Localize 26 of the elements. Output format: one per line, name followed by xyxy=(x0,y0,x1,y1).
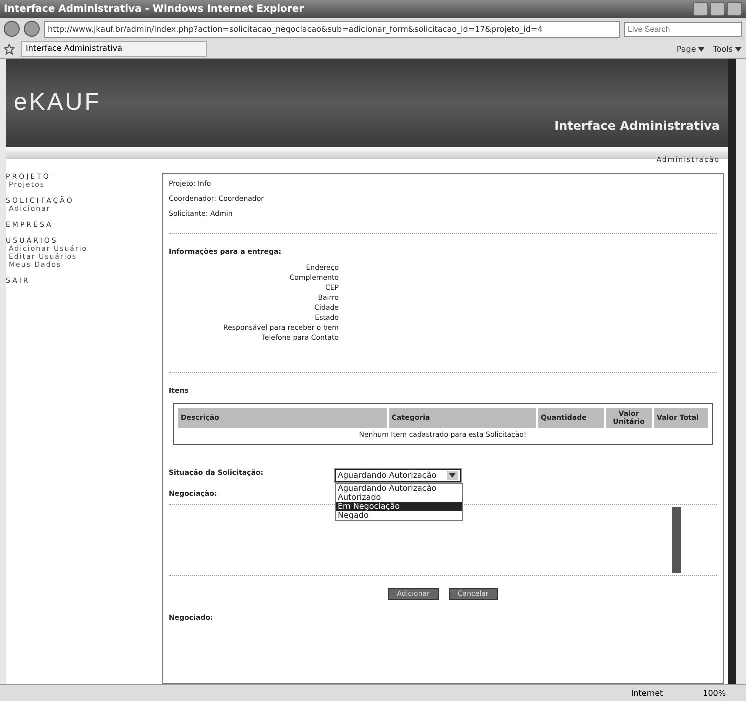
minimize-button[interactable] xyxy=(693,2,708,16)
zoom-level[interactable]: 100% xyxy=(703,688,726,698)
toolbar-menu[interactable]: Tools xyxy=(713,44,733,54)
site-logo: eKAUF xyxy=(14,89,102,117)
browser-tab[interactable]: Interface Administrativa xyxy=(21,41,207,57)
negotiation-textarea[interactable] xyxy=(169,504,717,576)
scrollbar[interactable] xyxy=(672,507,681,573)
search-field[interactable]: Live Search xyxy=(624,22,742,36)
star-icon[interactable] xyxy=(4,44,15,54)
back-button[interactable] xyxy=(4,21,20,37)
address-field[interactable]: http://www.jkauf.br/admin/index.php?action=solicitacao_negociacao&sub=adicionar_form&solicitacao_id=17&projeto_id=4 xyxy=(44,20,620,38)
caret-icon xyxy=(735,46,742,52)
close-button[interactable] xyxy=(727,2,742,16)
dropdown-option[interactable]: Em Negociação xyxy=(336,502,462,511)
dropdown-option[interactable]: Negado xyxy=(336,511,462,520)
status-dropdown[interactable]: Aguardando Autorização xyxy=(335,469,461,482)
caret-icon xyxy=(698,46,706,52)
toolbar-menu[interactable]: Page xyxy=(676,44,696,54)
maximize-button[interactable] xyxy=(710,2,725,16)
caret-icon xyxy=(447,471,458,480)
window-title: Interface Administrativa - Windows Internet Explorer xyxy=(4,4,304,14)
dropdown-option[interactable]: Autorizado xyxy=(336,493,462,502)
header-subtitle: Interface Administrativa xyxy=(554,119,720,133)
forward-button[interactable] xyxy=(24,21,40,37)
security-zone: Internet xyxy=(631,688,664,698)
dropdown-option[interactable]: Aguardando Autorização xyxy=(336,484,462,493)
